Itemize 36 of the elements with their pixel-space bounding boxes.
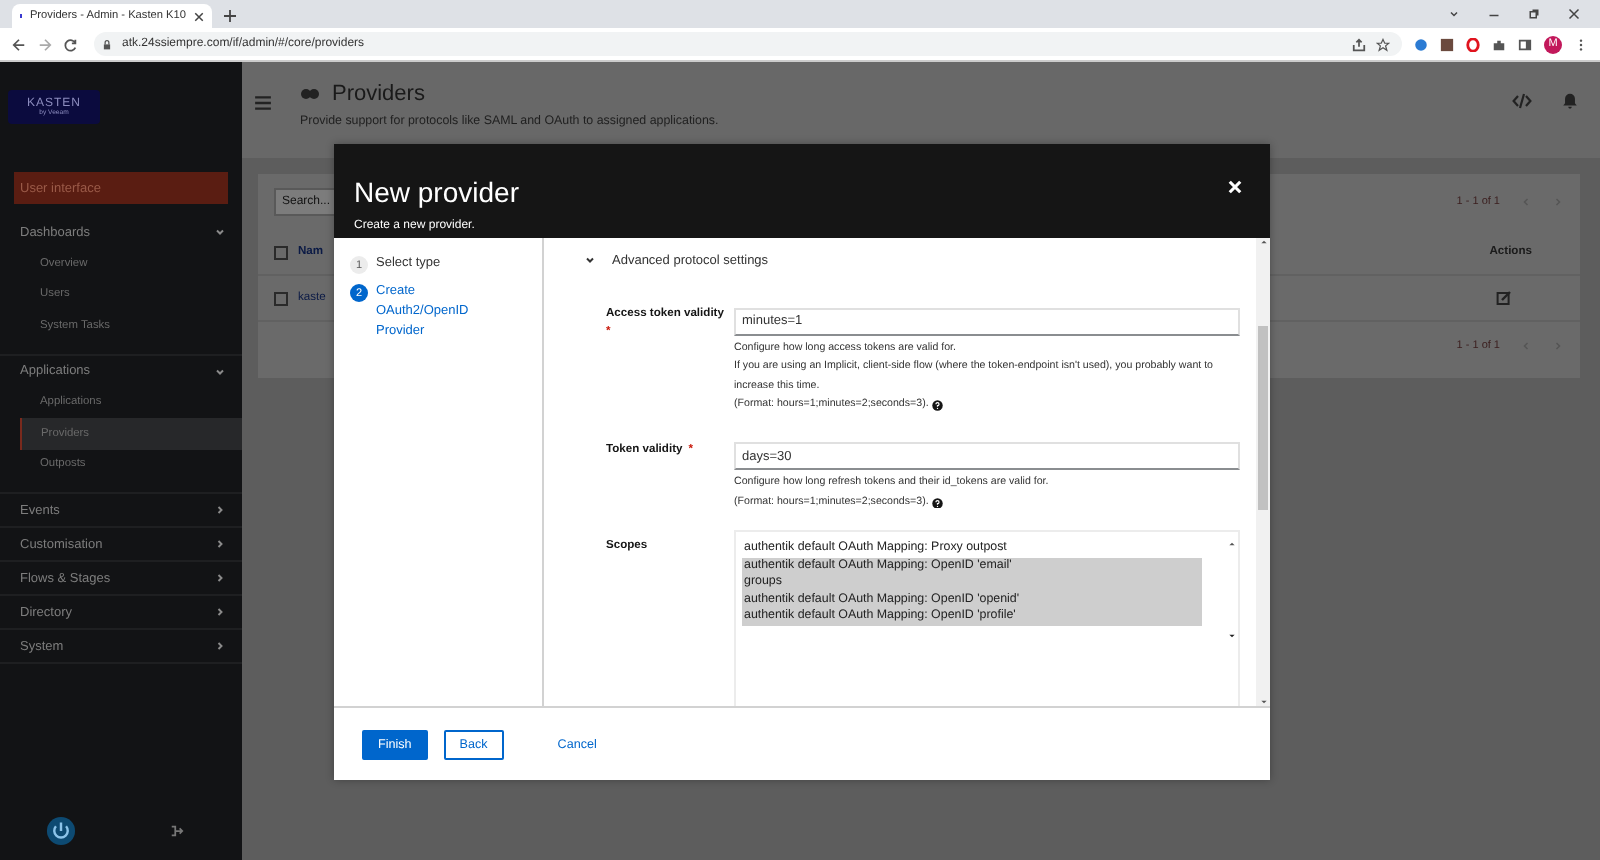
code-icon[interactable] bbox=[1512, 92, 1532, 110]
scrollbar[interactable] bbox=[1256, 238, 1270, 706]
back-arrow-icon[interactable] bbox=[12, 37, 26, 51]
star-icon[interactable] bbox=[1376, 37, 1390, 51]
chevron-icon bbox=[214, 606, 226, 618]
checkbox[interactable] bbox=[274, 245, 288, 259]
page-title: Providers bbox=[332, 82, 425, 106]
edit-icon[interactable] bbox=[1496, 290, 1512, 306]
plus-icon[interactable] bbox=[224, 10, 236, 22]
restore-icon[interactable] bbox=[1528, 8, 1540, 20]
scroll-up-icon[interactable] bbox=[1228, 540, 1236, 548]
help-icon[interactable] bbox=[932, 497, 944, 508]
chevron-icon bbox=[214, 538, 226, 550]
more-icon[interactable] bbox=[1574, 37, 1588, 51]
reload-icon[interactable] bbox=[64, 37, 78, 51]
chevron-icon bbox=[214, 365, 226, 377]
chevron-icon bbox=[214, 640, 226, 652]
chevron-down-icon[interactable] bbox=[1448, 8, 1460, 20]
scroll-down-icon[interactable] bbox=[1259, 698, 1267, 706]
sign-out-icon[interactable] bbox=[169, 823, 184, 837]
checkbox[interactable] bbox=[274, 291, 288, 305]
modal-title: New provider bbox=[354, 176, 519, 208]
lock-icon bbox=[102, 39, 112, 49]
bell-icon[interactable] bbox=[1560, 92, 1580, 110]
close-icon[interactable] bbox=[194, 11, 204, 21]
sidebar-icon[interactable] bbox=[1518, 37, 1532, 51]
close-icon[interactable] bbox=[1568, 8, 1580, 20]
help-icon[interactable] bbox=[932, 400, 944, 411]
chevron-icon bbox=[584, 254, 596, 266]
chevron-icon bbox=[214, 572, 226, 584]
power-icon[interactable] bbox=[46, 815, 77, 845]
menu-icon[interactable] bbox=[254, 94, 272, 112]
triangle-down-icon bbox=[1228, 632, 1236, 640]
share-icon[interactable] bbox=[1352, 37, 1366, 51]
chevron-icon bbox=[214, 504, 226, 516]
chevron-icon bbox=[214, 226, 226, 238]
